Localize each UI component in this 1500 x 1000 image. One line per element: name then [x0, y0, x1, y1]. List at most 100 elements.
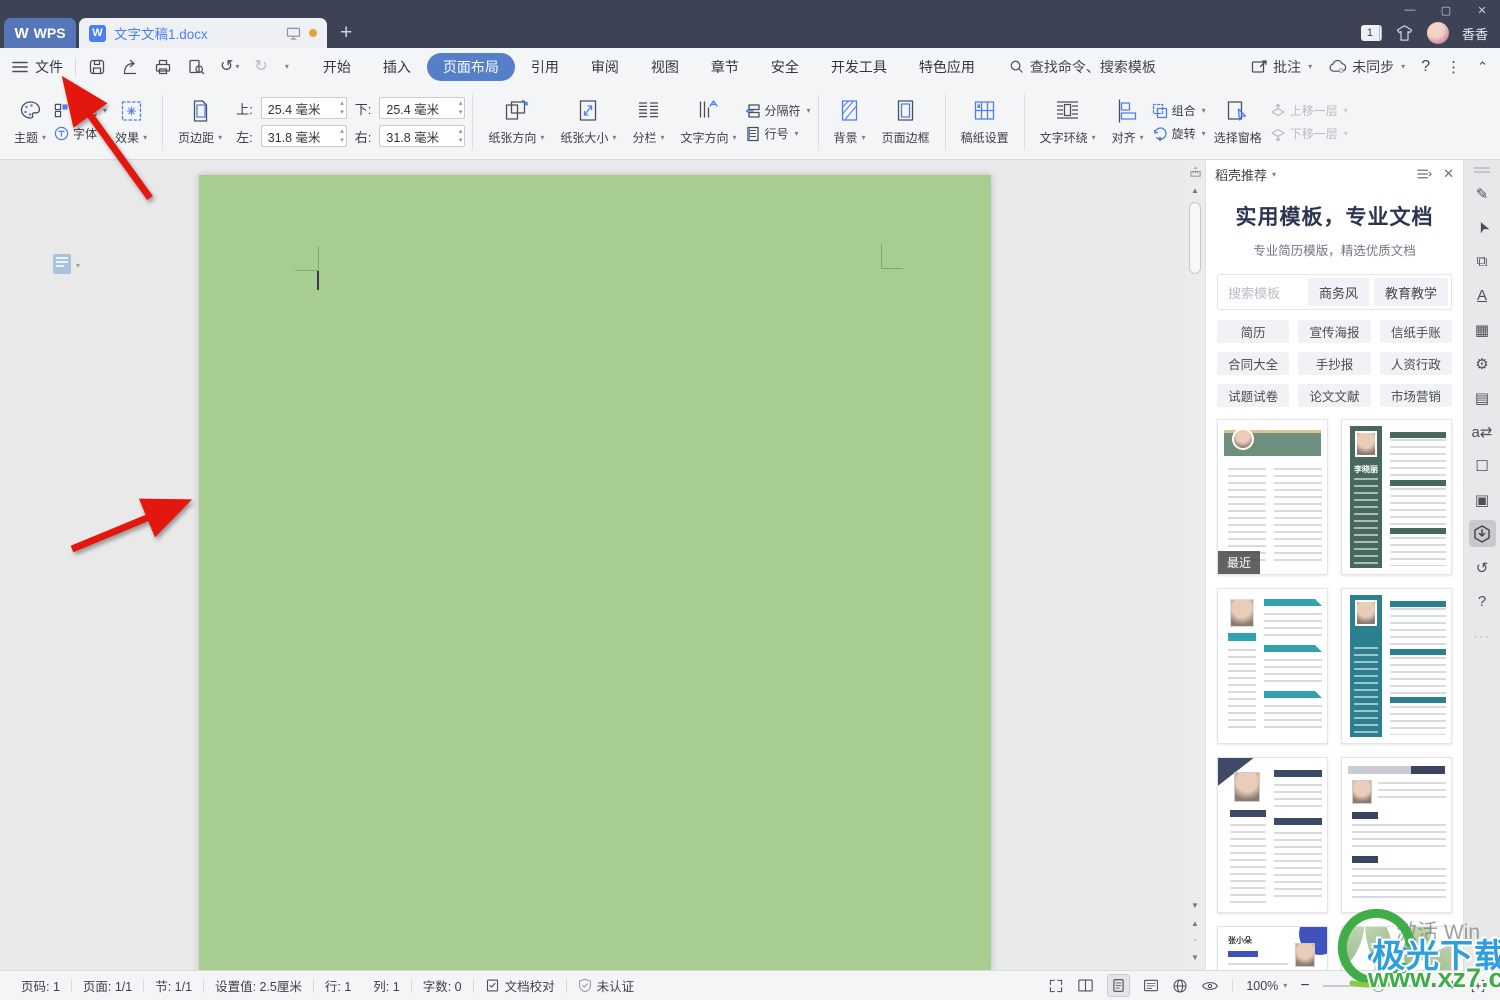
margins-button[interactable]: 页边距 ▾: [170, 95, 230, 149]
template-search-box[interactable]: 搜索模板 商务风 教育教学: [1217, 274, 1452, 310]
menu-tab-2[interactable]: 插入: [367, 53, 427, 81]
align-button[interactable]: 对齐 ▾: [1104, 95, 1152, 149]
wps-home-tab[interactable]: W WPS: [4, 18, 76, 48]
template-thumbnail-4[interactable]: [1341, 588, 1452, 744]
category-button-5[interactable]: 手抄报: [1298, 352, 1371, 375]
zoom-in-button[interactable]: +: [1448, 977, 1457, 995]
history-icon[interactable]: ↺: [1469, 554, 1496, 581]
template-thumbnail-2[interactable]: 李晓丽: [1341, 419, 1452, 575]
template-thumbnail-5[interactable]: [1217, 757, 1328, 913]
file-menu-button[interactable]: 文件: [12, 57, 63, 77]
theme-button[interactable]: 主题 ▾: [6, 95, 54, 149]
next-page-button[interactable]: ▼: [1191, 953, 1199, 962]
zoom-slider-knob[interactable]: [1371, 978, 1385, 992]
menu-tab-4[interactable]: 引用: [515, 53, 575, 81]
spinner[interactable]: ▴ ▾: [459, 99, 463, 117]
effects-button[interactable]: 效果 ▾: [107, 95, 155, 149]
browse-object-button[interactable]: ▫: [1194, 937, 1196, 944]
background-button[interactable]: 背景 ▾: [826, 95, 874, 149]
panel-title[interactable]: 稻壳推荐: [1215, 165, 1267, 184]
menu-tab-10[interactable]: 特色应用: [903, 53, 991, 81]
select-cursor-icon[interactable]: ➤: [1464, 210, 1500, 246]
wordart-icon[interactable]: A: [1469, 282, 1496, 309]
print-button[interactable]: [154, 58, 172, 76]
export-button[interactable]: [121, 58, 139, 76]
customize-toolbar-button[interactable]: ▾: [283, 62, 289, 71]
help-button[interactable]: ?: [1421, 58, 1430, 76]
minimize-button[interactable]: —: [1392, 0, 1428, 20]
spinner[interactable]: ▴ ▾: [340, 127, 344, 145]
menu-tab-8[interactable]: 安全: [755, 53, 815, 81]
save-button[interactable]: [88, 58, 106, 76]
spinner[interactable]: ▴ ▾: [340, 99, 344, 117]
paper-setup-button[interactable]: 稿纸设置: [953, 95, 1017, 149]
menu-tab-1[interactable]: 开始: [307, 53, 367, 81]
username[interactable]: 香香: [1462, 24, 1488, 43]
category-button-9[interactable]: 市场营销: [1379, 384, 1452, 407]
sync-status-button[interactable]: 未同步 ▾: [1328, 57, 1405, 77]
read-layout-icon[interactable]: [1077, 978, 1094, 993]
columns-button[interactable]: 分栏 ▾: [624, 95, 672, 149]
scroll-down-button[interactable]: ▼: [1191, 901, 1199, 910]
menu-tab-9[interactable]: 开发工具: [815, 53, 903, 81]
scroll-thumb[interactable]: [1189, 202, 1201, 274]
document-canvas[interactable]: ▾: [0, 160, 1185, 970]
scroll-up-button[interactable]: ▲: [1191, 186, 1199, 196]
picture-icon[interactable]: ▣: [1469, 486, 1496, 513]
rotate-button[interactable]: 旋转 ▾: [1152, 125, 1206, 142]
category-button-4[interactable]: 合同大全: [1217, 352, 1290, 375]
status-item-4[interactable]: 设置值: 2.5厘米: [204, 976, 313, 995]
table-icon[interactable]: ▦: [1469, 316, 1496, 343]
margin-right-input[interactable]: 31.8 毫米 ▴ ▾: [379, 125, 466, 147]
spinner[interactable]: ▴ ▾: [459, 127, 463, 145]
category-button-7[interactable]: 试题试卷: [1217, 384, 1290, 407]
shapes-icon[interactable]: ⧉: [1469, 248, 1496, 275]
category-button-6[interactable]: 人资行政: [1379, 352, 1452, 375]
search-tab-1[interactable]: 商务风: [1307, 278, 1369, 306]
avatar[interactable]: [1426, 22, 1449, 44]
template-thumbnail-7[interactable]: 张小朵: [1217, 926, 1328, 970]
status-item-3[interactable]: 节: 1/1: [144, 976, 203, 995]
theme-fonts-button[interactable]: 字体 ▾: [54, 125, 107, 142]
template-thumbnail-6[interactable]: [1341, 757, 1452, 913]
send-backward-button[interactable]: 下移一层 ▾: [1270, 125, 1348, 142]
outline-view-icon[interactable]: [1143, 978, 1159, 993]
redo-button[interactable]: ↻: [254, 58, 267, 75]
collapse-ribbon-button[interactable]: ⌃: [1477, 59, 1488, 75]
document-tab[interactable]: W 文字文稿1.docx: [79, 18, 327, 48]
paste-options-caret[interactable]: ▾: [76, 261, 80, 270]
print-preview-button[interactable]: [187, 58, 205, 76]
text-wrap-button[interactable]: 文字环绕 ▾: [1032, 95, 1104, 149]
selection-pane-button[interactable]: 选择窗格: [1206, 95, 1270, 149]
image-extract-icon[interactable]: ▤: [1469, 384, 1496, 411]
page-border-button[interactable]: 页面边框: [874, 95, 938, 149]
eye-protection-icon[interactable]: [1201, 979, 1219, 993]
certification-button[interactable]: 未认证: [567, 976, 646, 995]
group-button[interactable]: 组合 ▾: [1152, 102, 1206, 119]
page-view-icon[interactable]: [1107, 974, 1131, 997]
share-screen-icon[interactable]: [286, 27, 301, 40]
fullscreen-view-icon[interactable]: [1048, 978, 1064, 994]
comment-button[interactable]: 批注 ▾: [1251, 57, 1312, 77]
zoom-out-button[interactable]: −: [1300, 977, 1309, 995]
more-tools-button[interactable]: ···: [1474, 631, 1491, 643]
menu-tab-5[interactable]: 审阅: [575, 53, 635, 81]
zoom-level[interactable]: 100% ▾: [1246, 979, 1287, 993]
resource-box-icon[interactable]: ☐: [1469, 452, 1496, 479]
adjust-sliders-icon[interactable]: ⚙: [1469, 350, 1496, 377]
undo-button[interactable]: ↺ ▾: [220, 58, 239, 75]
status-item-7[interactable]: 字数: 0: [412, 976, 473, 995]
ruler-toggle-icon[interactable]: [1189, 165, 1202, 178]
category-button-1[interactable]: 简历: [1217, 320, 1290, 343]
translate-icon[interactable]: a⇄: [1469, 418, 1496, 445]
line-numbers-button[interactable]: 行号 ▾: [745, 125, 811, 142]
menu-tab-7[interactable]: 章节: [695, 53, 755, 81]
more-menu-button[interactable]: ⋮: [1446, 58, 1461, 76]
drag-handle[interactable]: [1474, 167, 1490, 173]
menu-tab-6[interactable]: 视图: [635, 53, 695, 81]
window-count-badge[interactable]: 1: [1360, 25, 1382, 41]
template-download-icon[interactable]: [1468, 520, 1496, 547]
zoom-slider[interactable]: [1322, 978, 1435, 992]
menu-tab-3[interactable]: 页面布局: [426, 52, 515, 81]
search-tab-2[interactable]: 教育教学: [1373, 278, 1448, 306]
